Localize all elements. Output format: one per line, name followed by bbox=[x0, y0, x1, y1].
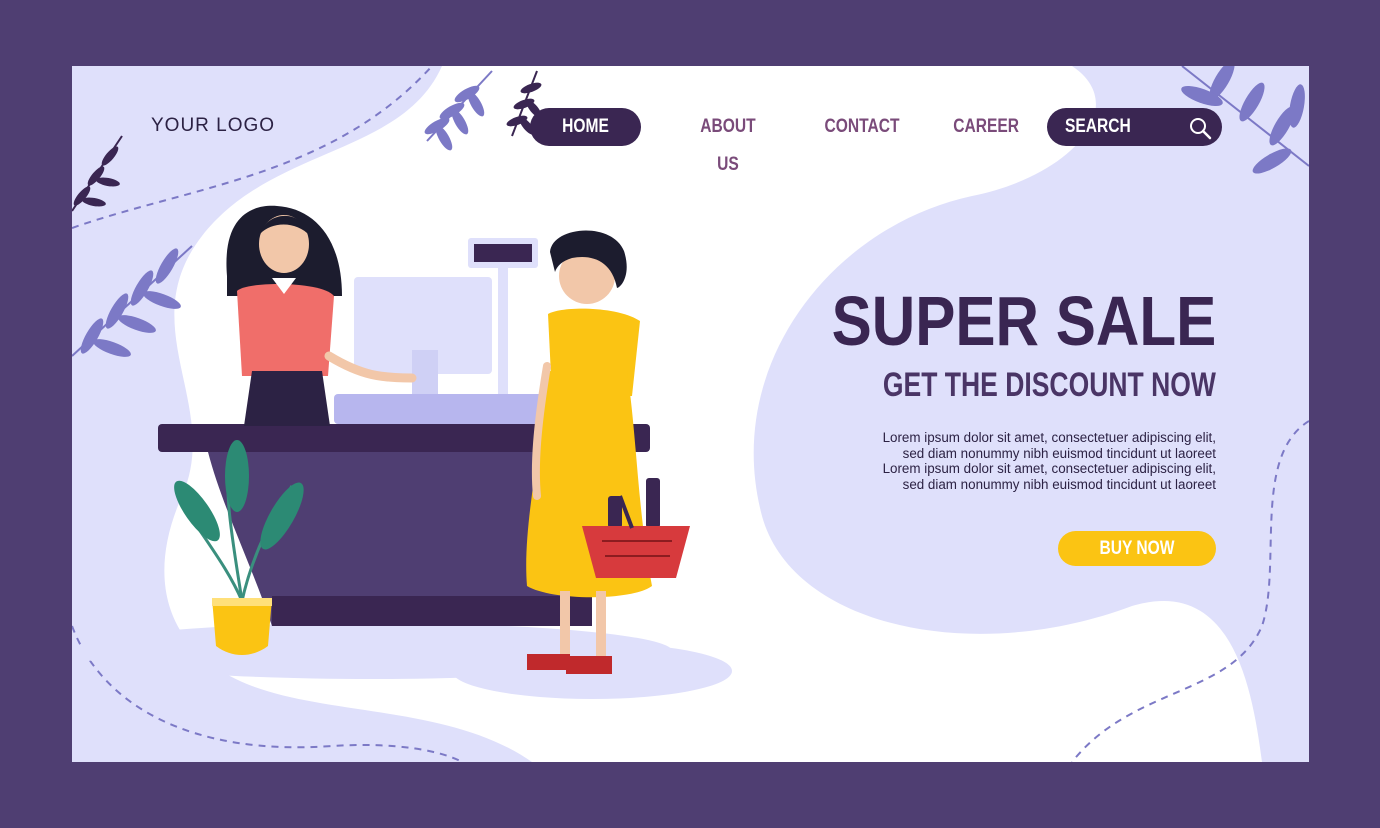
hero-body-text: Lorem ipsum dolor sit amet, consectetuer… bbox=[796, 430, 1216, 492]
search-icon[interactable] bbox=[1188, 116, 1212, 140]
body-line: sed diam nonummy nibh euismod tincidunt … bbox=[902, 445, 1216, 461]
search-input[interactable]: SEARCH bbox=[1047, 108, 1222, 146]
search-label: SEARCH bbox=[1065, 116, 1131, 137]
nav-career-link[interactable]: CAREER bbox=[953, 108, 1019, 146]
nav-home-label: HOME bbox=[562, 116, 609, 137]
nav-contact-link[interactable]: CONTACT bbox=[825, 108, 900, 146]
hero-headline: SUPER SALE bbox=[831, 282, 1216, 360]
hero-subheadline: GET THE DISCOUNT NOW bbox=[883, 366, 1216, 404]
body-line: Lorem ipsum dolor sit amet, consectetuer… bbox=[882, 430, 1216, 445]
buy-now-label: BUY NOW bbox=[1099, 538, 1175, 559]
background-illustration bbox=[72, 66, 1309, 762]
nav-about-link[interactable]: ABOUT US bbox=[689, 108, 768, 175]
landing-page: YOUR LOGO HOME ABOUT US CONTACT CAREER S… bbox=[72, 66, 1309, 762]
buy-now-button[interactable]: BUY NOW bbox=[1058, 531, 1216, 566]
nav-home-button[interactable]: HOME bbox=[530, 108, 641, 146]
body-line: sed diam nonummy nibh euismod tincidunt … bbox=[902, 476, 1216, 492]
body-line: Lorem ipsum dolor sit amet, consectetuer… bbox=[882, 461, 1216, 477]
site-logo[interactable]: YOUR LOGO bbox=[151, 115, 275, 137]
